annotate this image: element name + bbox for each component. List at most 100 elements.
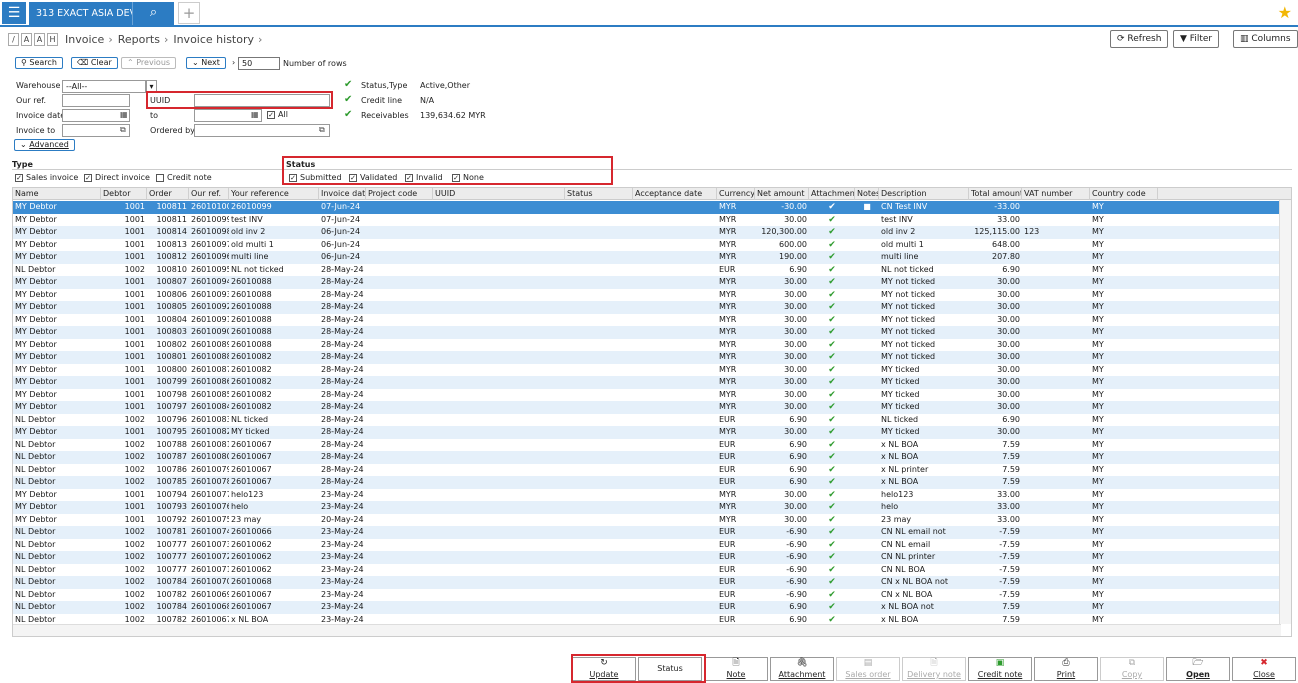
table-row[interactable]: MY Debtor 1001 100795 26010082 MY ticked 28-M… (13, 426, 1281, 439)
attachment-check-icon[interactable]: ✔ (809, 439, 855, 452)
column-header-debtor[interactable]: Debtor (101, 188, 147, 200)
attachment-check-icon[interactable]: ✔ (809, 576, 855, 589)
number-of-rows-input[interactable]: 50 (238, 57, 280, 70)
attachment-check-icon[interactable]: ✔ (809, 351, 855, 364)
attachment-button[interactable]: 🖇 Attachment (770, 657, 834, 681)
table-row[interactable]: MY Debtor 1001 100799 26010086 26010082 28-Ma… (13, 376, 1281, 389)
column-header-status[interactable]: Status (565, 188, 633, 200)
table-row[interactable]: MY Debtor 1001 100811 26010100 26010099 07-Ju… (13, 201, 1281, 214)
attachment-check-icon[interactable]: ✔ (809, 414, 855, 427)
clear-button[interactable]: ⌫ Clear (71, 57, 118, 69)
attachment-check-icon[interactable]: ✔ (809, 526, 855, 539)
attachment-check-icon[interactable]: ✔ (809, 326, 855, 339)
column-header-our-ref[interactable]: Our ref. (189, 188, 229, 200)
credit-note-button[interactable]: ▣ Credit note (968, 657, 1032, 681)
table-row[interactable]: MY Debtor 1001 100814 26010098 old inv 2 06-J… (13, 226, 1281, 239)
attachment-check-icon[interactable]: ✔ (809, 376, 855, 389)
attachment-check-icon[interactable]: ✔ (809, 226, 855, 239)
breadcrumb-reports[interactable]: Reports (118, 33, 160, 46)
column-header-attachment[interactable]: Attachment (809, 188, 855, 200)
print-button[interactable]: ⎙ Print (1034, 657, 1098, 681)
attachment-check-icon[interactable]: ✔ (809, 451, 855, 464)
table-row[interactable]: NL Debtor 1002 100796 26010083 NL ticked 28-M… (13, 414, 1281, 427)
column-header-order[interactable]: Order (147, 188, 189, 200)
direct-invoice-checkbox[interactable]: ✓ Direct invoice (84, 173, 150, 182)
calendar-icon[interactable]: ▦ (251, 110, 259, 119)
columns-button[interactable]: ▥ Columns (1233, 30, 1298, 48)
browse-icon[interactable]: ⧉ (120, 125, 126, 135)
column-header-vat-number[interactable]: VAT number (1022, 188, 1090, 200)
attachment-check-icon[interactable]: ✔ (809, 464, 855, 477)
previous-button[interactable]: ⌃ Previous (121, 57, 177, 69)
column-header-net-amount[interactable]: Net amount (755, 188, 809, 200)
table-row[interactable]: MY Debtor 1001 100803 26010090 26010088 28-Ma… (13, 326, 1281, 339)
our-ref-input[interactable] (62, 94, 130, 107)
next-button[interactable]: ⌄ Next (186, 57, 226, 69)
attachment-check-icon[interactable]: ✔ (809, 489, 855, 502)
attachment-check-icon[interactable]: ✔ (809, 564, 855, 577)
table-row[interactable]: NL Debtor 1002 100777 26010072 26010062 23-Ma… (13, 551, 1281, 564)
column-header-acceptance-date[interactable]: Acceptance date (633, 188, 717, 200)
table-row[interactable]: MY Debtor 1001 100800 26010087 26010082 28-Ma… (13, 364, 1281, 377)
column-header-total-amount[interactable]: Total amount (969, 188, 1022, 200)
attachment-check-icon[interactable]: ✔ (809, 601, 855, 614)
table-row[interactable]: MY Debtor 1001 100811 26010099 test INV 07-Ju… (13, 214, 1281, 227)
table-row[interactable]: MY Debtor 1001 100797 26010084 26010082 28-Ma… (13, 401, 1281, 414)
attachment-check-icon[interactable]: ✔ (809, 251, 855, 264)
sales-order-button[interactable]: ▤ Sales order (836, 657, 900, 681)
table-row[interactable]: MY Debtor 1001 100798 26010085 26010082 28-Ma… (13, 389, 1281, 402)
attachment-check-icon[interactable]: ✔ (809, 276, 855, 289)
close-button[interactable]: ✖ Close (1232, 657, 1296, 681)
copy-button[interactable]: ⧉ Copy (1100, 657, 1164, 681)
attachment-check-icon[interactable]: ✔ (809, 401, 855, 414)
filter-button[interactable]: ▼ Filter (1173, 30, 1220, 48)
delivery-note-button[interactable]: 🗎 Delivery note (902, 657, 966, 681)
column-header-your-reference[interactable]: Your reference (229, 188, 319, 200)
attachment-check-icon[interactable]: ✔ (809, 589, 855, 602)
ordered-by-input[interactable] (194, 124, 330, 137)
table-row[interactable]: MY Debtor 1001 100805 26010092 26010088 28-Ma… (13, 301, 1281, 314)
credit-note-checkbox[interactable]: Credit note (156, 173, 212, 182)
attachment-check-icon[interactable]: ✔ (809, 551, 855, 564)
table-row[interactable]: MY Debtor 1001 100792 26010075 23 may 20-May-… (13, 514, 1281, 527)
table-row[interactable]: NL Debtor 1002 100810 26010095 NL not ticked… (13, 264, 1281, 277)
table-row[interactable]: NL Debtor 1002 100781 26010074 26010066 23-Ma… (13, 526, 1281, 539)
company-tab[interactable]: 313 EXACT ASIA DEV... (29, 2, 132, 25)
attachment-check-icon[interactable]: ✔ (809, 201, 855, 214)
attachment-check-icon[interactable]: ✔ (809, 264, 855, 277)
attachment-check-icon[interactable]: ✔ (809, 389, 855, 402)
star-icon[interactable]: ★ (1278, 3, 1292, 22)
table-row[interactable]: MY Debtor 1001 100801 26010088 26010082 28-Ma… (13, 351, 1281, 364)
table-row[interactable]: MY Debtor 1001 100813 26010097 old multi 1 06… (13, 239, 1281, 252)
table-row[interactable]: NL Debtor 1002 100787 26010080 26010067 28-Ma… (13, 451, 1281, 464)
attachment-check-icon[interactable]: ✔ (809, 476, 855, 489)
table-row[interactable]: MY Debtor 1001 100807 26010094 26010088 28-Ma… (13, 276, 1281, 289)
column-header-notes[interactable]: Notes (855, 188, 879, 200)
level-a-button[interactable]: A (21, 32, 32, 46)
column-header-description[interactable]: Description (879, 188, 969, 200)
table-row[interactable]: NL Debtor 1002 100785 26010078 26010067 28-Ma… (13, 476, 1281, 489)
attachment-check-icon[interactable]: ✔ (809, 364, 855, 377)
horizontal-scrollbar[interactable] (13, 624, 1281, 636)
table-row[interactable]: MY Debtor 1001 100793 26010076 helo 23-May-24… (13, 501, 1281, 514)
table-row[interactable]: MY Debtor 1001 100802 26010089 26010088 28-Ma… (13, 339, 1281, 352)
hamburger-icon[interactable]: ☰ (2, 2, 26, 24)
table-row[interactable]: NL Debtor 1002 100788 26010081 26010067 28-Ma… (13, 439, 1281, 452)
table-row[interactable]: MY Debtor 1001 100806 26010093 26010088 28-Ma… (13, 289, 1281, 302)
column-header-currency[interactable]: Currency (717, 188, 755, 200)
table-row[interactable]: NL Debtor 1002 100784 26010068 26010067 23-Ma… (13, 601, 1281, 614)
column-header-uuid[interactable]: UUID (433, 188, 565, 200)
attachment-check-icon[interactable]: ✔ (809, 501, 855, 514)
refresh-button[interactable]: ⟳ Refresh (1110, 30, 1169, 48)
add-tab-button[interactable]: + (178, 2, 200, 24)
warehouse-select[interactable]: --All-- (62, 80, 146, 93)
level-slash-button[interactable]: / (8, 32, 19, 46)
all-checkbox[interactable]: ✓ All (267, 110, 288, 119)
attachment-check-icon[interactable]: ✔ (809, 239, 855, 252)
search-icon[interactable]: ⌕ (132, 2, 174, 25)
sales-invoice-checkbox[interactable]: ✓ Sales invoice (15, 173, 78, 182)
table-row[interactable]: NL Debtor 1002 100782 26010069 26010067 23-Ma… (13, 589, 1281, 602)
attachment-check-icon[interactable]: ✔ (809, 514, 855, 527)
column-header-country-code[interactable]: Country code (1090, 188, 1158, 200)
attachment-check-icon[interactable]: ✔ (809, 339, 855, 352)
